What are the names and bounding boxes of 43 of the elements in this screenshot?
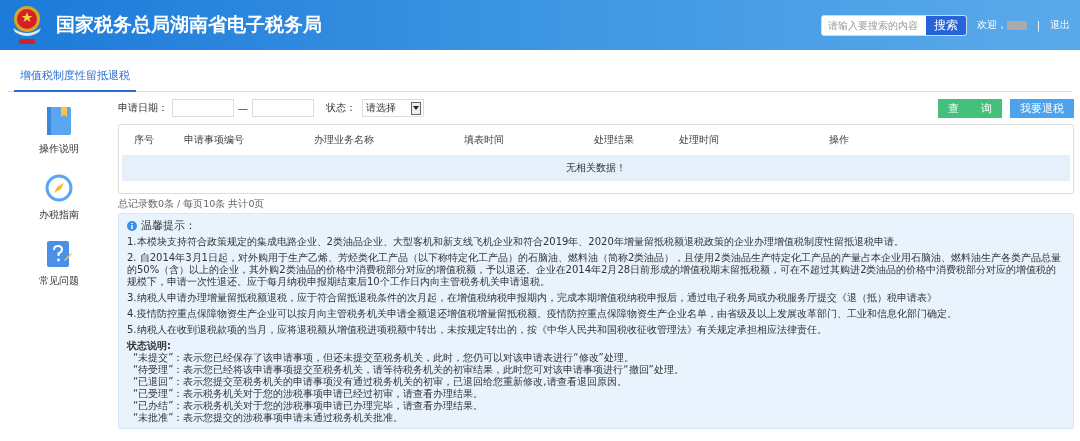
tab[interactable]: 增值税制度性留抵退税 [14, 62, 136, 92]
column-header: 办理业务名称 [314, 133, 375, 147]
search-field[interactable]: 请输入要搜索的内容 搜索 [820, 14, 967, 36]
status-description: “待受理”：表示您已经将该申请事项提交至税务机关，请等待税务机关的初审结果，此时您可对该申请事项进行“撤回”处理。 [132, 364, 685, 376]
sidebar-item[interactable]: 办税指南 [39, 168, 79, 228]
caret-icon [413, 106, 419, 110]
notice-paragraph: 3.纳税人申请办理增量留抵税额退税，应于符合留抵退税条件的次月起，在增值税纳税申报期内，完成本期增值税纳税申报后，通过电子税务局或办税服务厅提交《退（抵）税申请表》 [127, 292, 938, 304]
welcome-text: 欢迎， [976, 18, 1007, 32]
pagination-summary: 总记录数0条 / 每页10条 共计0页 [118, 197, 266, 211]
date-label: 申请日期： [118, 101, 168, 115]
start-date-field[interactable] [172, 99, 234, 117]
sidebar-item[interactable]: 常见问题 [39, 234, 79, 294]
notice-paragraph: 2. 自2014年3月1日起，对外购用于生产乙烯、芳烃类化工产品（以下称特定化工产品）的石脑油、燃料油（简称2类油品），且使用2类油品生产特定化工产品的产量占本企业用石脑油、燃料油生产各类产品总量的50%（含）以上的企业，其外购2类油品的价格中消费税部分对应的增值税额，予以退还。企业在2014年2月28日前形成的增值税期末留抵税额，可在不超过其购进2类油品的价格中消费税部分对应的增值税的规模下，申请一次性退还。应于每月纳税申报期结束后10个工作日内向主管税务机关申请退税。 [127, 252, 1062, 288]
column-header: 填表时间 [464, 133, 505, 147]
column-header: 处理时间 [679, 133, 720, 147]
status-dropdown[interactable]: 请选择 [362, 99, 424, 117]
info-icon [127, 220, 137, 231]
notice-title: 温馨提示： [141, 218, 196, 233]
status-label: 状态： [326, 101, 356, 115]
status-description: “未批准”：表示您提交的涉税事项申请未通过税务机关批准。 [132, 412, 405, 424]
status-description: “已退回”：表示您提交至税务机关的申请事项没有通过税务机关的初审，已退回给您重新修改,请查看退回原因。 [132, 376, 628, 388]
search-button[interactable]: 搜索 [925, 15, 966, 35]
separator-text: | [1036, 19, 1040, 31]
column-header: 申请事项编号 [184, 133, 245, 147]
status-description: “已受理”：表示税务机关对于您的涉税事项申请已经过初审，请查看办理结果。 [132, 388, 485, 400]
sidebar-item[interactable]: 操作说明 [39, 100, 79, 162]
column-header: 序号 [134, 133, 155, 147]
end-date-field[interactable] [252, 99, 314, 117]
notice-paragraph: 4.疫情防控重点保障物资生产企业可以按月向主管税务机关申请全额退还增值税增量留抵税额。疫情防控重点保障物资生产企业名单，由省级及以上发展改革部门、工业和信息化部门确定。 [127, 308, 958, 320]
status-heading: 状态说明: [127, 340, 172, 352]
compass-icon [45, 174, 73, 202]
column-header: 处理结果 [594, 133, 635, 147]
empty-message: 无相关数据！ [566, 161, 626, 175]
column-header: 操作 [829, 133, 850, 147]
redaction-bar [1006, 20, 1027, 30]
notice-paragraph: 1.本模块支持符合政策规定的集成电路企业、2类油品企业、大型客机和新支线飞机企业和符合2019年、2020年增量留抵税额退税政策的企业办理增值税制度性留抵退税申请。 [127, 236, 905, 248]
notice-paragraph: 5.纳税人在收到退税款项的当月，应将退税额从增值税进项税额中转出，未按规定转出的，按《中华人民共和国税收征收管理法》有关规定承担相应法律责任。 [127, 324, 828, 336]
book-icon [46, 106, 72, 136]
status-description: “未提交”：表示您已经保存了该申请事项，但还未提交至税务机关，此时，您仍可以对该申请表进行“修改”处理。 [132, 352, 635, 364]
question-icon [46, 240, 72, 268]
date-separator: — [238, 102, 248, 114]
status-description: “已办结”：表示税务机关对于您的涉税事项申请已办理完毕，请查看办理结果。 [132, 400, 485, 412]
site-title: 国家税务总局湖南省电子税务局 [56, 12, 323, 37]
